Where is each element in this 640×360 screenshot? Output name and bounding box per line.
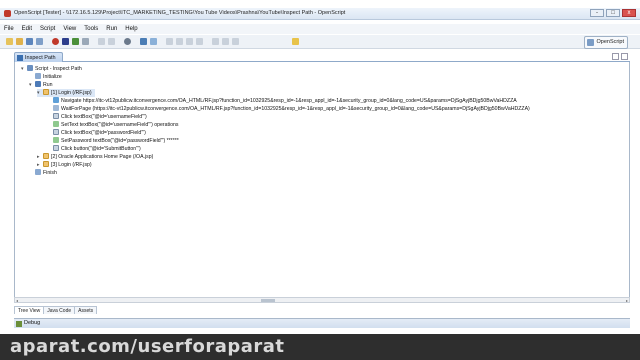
panel-minimize-button[interactable] (612, 53, 619, 60)
resume-icon[interactable] (166, 38, 173, 45)
click-action-icon (53, 145, 59, 151)
tab-java-code[interactable]: Java Code (43, 306, 76, 314)
perspective-icon (587, 39, 595, 46)
step-over-icon[interactable] (150, 38, 157, 45)
horizontal-scrollbar[interactable]: ◂ ▸ (14, 297, 630, 303)
debug-icon[interactable] (124, 38, 131, 45)
run-icon (35, 81, 41, 87)
suspend-icon[interactable] (176, 38, 183, 45)
panel-controls (612, 53, 628, 60)
tab-assets[interactable]: Assets (74, 306, 98, 314)
tree-node-initialize[interactable]: Initialize (29, 73, 62, 81)
tree-node-step-3-login[interactable]: ▸ [3] Login (/RF.jsp) (37, 161, 92, 169)
maximize-button[interactable]: □ (606, 9, 620, 17)
page-step-icon (43, 161, 49, 167)
script-file-icon (17, 55, 23, 61)
initialize-icon (35, 73, 41, 79)
tree-node-click-username[interactable]: Click textBox("@id='usernameField'") (53, 113, 147, 121)
close-button[interactable]: x (622, 9, 636, 17)
click-action-icon (53, 113, 59, 119)
debug-view-icon (16, 321, 22, 327)
menu-edit[interactable]: Edit (22, 24, 32, 34)
settings-icon[interactable] (292, 38, 299, 45)
play-icon[interactable] (72, 38, 79, 45)
terminate-icon[interactable] (186, 38, 193, 45)
settext-action-icon (53, 121, 59, 127)
script-tree-view: ▾ Script - Inspect Path Initialize ▾ Run ▾… (14, 62, 630, 298)
wait-icon (53, 105, 59, 111)
tree-node-click-password[interactable]: Click textBox("@id='passwordField'") (53, 129, 146, 137)
editor-tab-row: Inspect Path (14, 52, 630, 62)
finish-icon (35, 169, 41, 175)
window-controls: - □ x (590, 9, 636, 17)
save-all-icon[interactable] (36, 38, 43, 45)
openscript-app-icon (4, 10, 11, 17)
menu-file[interactable]: File (4, 24, 14, 34)
disconnect-icon[interactable] (196, 38, 203, 45)
scroll-right-icon[interactable]: ▸ (626, 298, 628, 303)
menu-bar: File Edit Script View Tools Run Help (0, 24, 640, 34)
step-into-icon[interactable] (212, 38, 219, 45)
tab-debug[interactable]: Debug (24, 319, 40, 328)
setpassword-action-icon (53, 137, 59, 143)
step-icon[interactable] (140, 38, 147, 45)
tree-node-script[interactable]: ▾ Script - Inspect Path (21, 65, 82, 73)
window-title: OpenScript [Tester] - \\172.16.5.129\Pro… (14, 10, 346, 16)
panel-maximize-button[interactable] (621, 53, 628, 60)
open-icon[interactable] (16, 38, 23, 45)
menu-tools[interactable]: Tools (84, 24, 98, 34)
tab-tree-view[interactable]: Tree View (14, 306, 45, 314)
navigate-icon (53, 97, 59, 103)
redo-icon[interactable] (108, 38, 115, 45)
editor-view-tabs: Tree View Java Code Assets (14, 306, 98, 314)
tree-node-waitforpage[interactable]: WaitForPage (https://itc-vt12publicw.itc… (53, 105, 530, 113)
page-step-icon (43, 89, 49, 95)
stop-icon[interactable] (62, 38, 69, 45)
perspective-label: OpenScript (596, 39, 624, 45)
debug-panel-bar: Debug (14, 318, 630, 328)
tree-node-click-submit[interactable]: Click button("@id='SubmitButton'") (53, 145, 141, 153)
tree-node-navigate[interactable]: Navigate https://itc-vt12publicw.itconve… (53, 97, 517, 105)
tree-node-finish[interactable]: Finish (29, 169, 57, 177)
tree-node-setpassword[interactable]: SetPassword textBox("@id='passwordField'… (53, 137, 179, 145)
tree-node-step-1-login[interactable]: ▾ [1] Login (/RF.jsp) (37, 89, 95, 97)
page-step-icon (43, 153, 49, 159)
save-icon[interactable] (26, 38, 33, 45)
tab-label: Inspect Path (25, 55, 56, 61)
menu-run[interactable]: Run (106, 24, 117, 34)
perspective-switcher[interactable]: OpenScript (584, 36, 628, 49)
new-script-icon[interactable] (6, 38, 13, 45)
script-icon (27, 65, 33, 71)
tree-node-run[interactable]: ▾ Run (29, 81, 53, 89)
minimize-button[interactable]: - (590, 9, 604, 17)
menu-help[interactable]: Help (125, 24, 137, 34)
toolbar (0, 35, 640, 49)
screen: OpenScript [Tester] - \\172.16.5.129\Pro… (0, 0, 640, 360)
scrollbar-thumb[interactable] (261, 299, 275, 302)
tab-inspect-path[interactable]: Inspect Path (14, 52, 63, 62)
scroll-left-icon[interactable]: ◂ (16, 298, 18, 303)
menu-script[interactable]: Script (40, 24, 55, 34)
record-icon[interactable] (52, 38, 59, 45)
tree-node-step-2-home[interactable]: ▸ [2] Oracle Applications Home Page (/OA.… (37, 153, 153, 161)
title-bar: OpenScript [Tester] - \\172.16.5.129\Pro… (0, 8, 640, 20)
run-to-line-icon[interactable] (232, 38, 239, 45)
step-return-icon[interactable] (222, 38, 229, 45)
tree-node-settext-username[interactable]: SetText textBox("@id='usernameField'") o… (53, 121, 178, 129)
watermark-band: aparat.com/userforaparat (0, 334, 640, 360)
watermark-text: aparat.com/userforaparat (10, 336, 285, 357)
click-action-icon (53, 129, 59, 135)
iterate-icon[interactable] (82, 38, 89, 45)
undo-icon[interactable] (98, 38, 105, 45)
menu-view[interactable]: View (63, 24, 76, 34)
